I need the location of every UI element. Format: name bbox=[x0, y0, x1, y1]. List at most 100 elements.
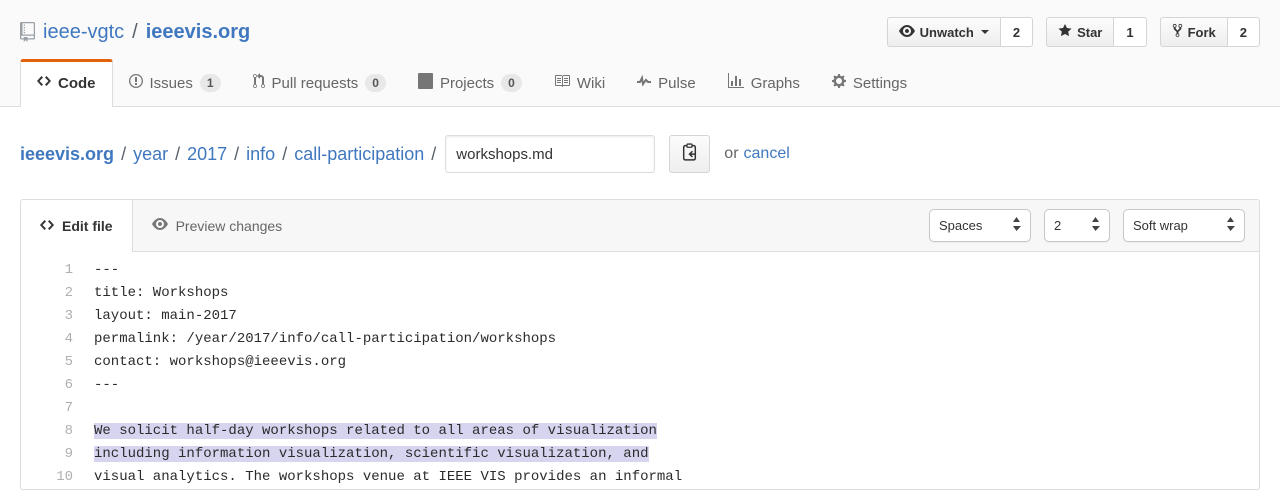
line-number: 5 bbox=[21, 351, 73, 374]
code-line-selected: 8 We solicit half-day workshops related … bbox=[21, 420, 1259, 443]
code-line: 7 bbox=[21, 397, 1259, 420]
fork-button[interactable]: Fork bbox=[1160, 17, 1228, 47]
up-down-arrows-icon bbox=[1212, 217, 1235, 234]
code-line: 2 title: Workshops bbox=[21, 282, 1259, 305]
tab-issues[interactable]: Issues 1 bbox=[113, 60, 237, 106]
star-label: Star bbox=[1077, 25, 1102, 40]
tab-pulse[interactable]: Pulse bbox=[621, 60, 712, 106]
code-icon bbox=[40, 217, 54, 236]
tab-issues-label: Issues bbox=[150, 75, 193, 92]
issue-opened-icon bbox=[129, 73, 143, 93]
line-number: 3 bbox=[21, 305, 73, 328]
line-text-selected: including information visualization, sci… bbox=[94, 446, 649, 462]
gear-icon bbox=[832, 73, 846, 93]
repo-owner-link[interactable]: ieee-vgtc bbox=[43, 21, 124, 44]
breadcrumb-segment-info[interactable]: info bbox=[246, 144, 275, 165]
breadcrumb-separator: / bbox=[234, 144, 239, 165]
tab-edit-file-label: Edit file bbox=[62, 218, 113, 234]
indent-mode-select[interactable]: Spaces bbox=[929, 209, 1031, 242]
star-button[interactable]: Star bbox=[1046, 17, 1114, 47]
line-number: 1 bbox=[21, 259, 73, 282]
graph-icon bbox=[728, 73, 744, 93]
tab-pull-requests-label: Pull requests bbox=[272, 75, 359, 92]
star-icon bbox=[1058, 23, 1072, 41]
tab-pulse-label: Pulse bbox=[658, 75, 696, 92]
tab-preview-changes-label: Preview changes bbox=[176, 218, 283, 234]
watchers-count[interactable]: 2 bbox=[1001, 17, 1033, 47]
clipboard-arrow-icon bbox=[681, 143, 698, 165]
eye-icon bbox=[899, 23, 915, 42]
indent-size-value: 2 bbox=[1054, 218, 1061, 233]
tab-settings[interactable]: Settings bbox=[816, 60, 923, 106]
code-icon bbox=[37, 73, 51, 93]
wrap-mode-value: Soft wrap bbox=[1133, 218, 1188, 233]
projects-counter: 0 bbox=[501, 74, 522, 92]
indent-size-select[interactable]: 2 bbox=[1044, 209, 1110, 242]
tab-projects-label: Projects bbox=[440, 75, 494, 92]
pulse-icon bbox=[637, 73, 651, 93]
breadcrumb-separator: / bbox=[121, 144, 126, 165]
filename-input[interactable] bbox=[445, 135, 655, 173]
line-number: 10 bbox=[21, 466, 73, 489]
breadcrumb-separator: / bbox=[282, 144, 287, 165]
tab-code[interactable]: Code bbox=[20, 59, 113, 107]
breadcrumb-segment-year[interactable]: year bbox=[133, 144, 168, 165]
file-editor-box: Edit file Preview changes Spaces 2 Soft … bbox=[20, 199, 1260, 490]
book-icon bbox=[554, 73, 570, 93]
copy-path-button[interactable] bbox=[669, 135, 710, 173]
tab-wiki-label: Wiki bbox=[577, 75, 605, 92]
stargazers-count[interactable]: 1 bbox=[1114, 17, 1146, 47]
tab-pull-requests[interactable]: Pull requests 0 bbox=[237, 60, 402, 106]
tab-preview-changes[interactable]: Preview changes bbox=[133, 200, 302, 251]
code-line: 5 contact: workshops@ieeevis.org bbox=[21, 351, 1259, 374]
line-text: layout: main-2017 bbox=[73, 305, 237, 328]
code-line: 10 visual analytics. The workshops venue… bbox=[21, 466, 1259, 489]
breadcrumb-repo-link[interactable]: ieeevis.org bbox=[20, 144, 114, 165]
star-button-group: Star 1 bbox=[1046, 17, 1147, 47]
forks-count[interactable]: 2 bbox=[1228, 17, 1260, 47]
line-text: --- bbox=[73, 374, 119, 397]
tab-projects[interactable]: Projects 0 bbox=[402, 60, 538, 106]
eye-icon bbox=[152, 216, 168, 235]
repo-pagehead: ieee-vgtc / ieeevis.org Unwatch 2 Star 1 bbox=[0, 0, 1280, 107]
breadcrumb: ieeevis.org / year / 2017 / info / call-… bbox=[0, 107, 1280, 173]
code-line: 6 --- bbox=[21, 374, 1259, 397]
wrap-mode-select[interactable]: Soft wrap bbox=[1123, 209, 1245, 242]
breadcrumb-segment-2017[interactable]: 2017 bbox=[187, 144, 227, 165]
code-editor[interactable]: 1 --- 2 title: Workshops 3 layout: main-… bbox=[21, 252, 1259, 489]
breadcrumb-segment-call-participation[interactable]: call-participation bbox=[294, 144, 424, 165]
tab-edit-file[interactable]: Edit file bbox=[21, 200, 133, 252]
repo-title: ieee-vgtc / ieeevis.org bbox=[20, 21, 250, 44]
tab-settings-label: Settings bbox=[853, 75, 907, 92]
breadcrumb-separator: / bbox=[175, 144, 180, 165]
caret-down-icon bbox=[981, 30, 989, 38]
up-down-arrows-icon bbox=[1077, 217, 1100, 234]
line-text: title: Workshops bbox=[73, 282, 228, 305]
repo-name-link[interactable]: ieeevis.org bbox=[146, 21, 251, 44]
up-down-arrows-icon bbox=[998, 217, 1021, 234]
line-text: visual analytics. The workshops venue at… bbox=[73, 466, 682, 489]
repo-title-row: ieee-vgtc / ieeevis.org Unwatch 2 Star 1 bbox=[0, 0, 1280, 59]
indent-mode-value: Spaces bbox=[939, 218, 982, 233]
tab-graphs[interactable]: Graphs bbox=[712, 60, 816, 106]
fork-button-group: Fork 2 bbox=[1160, 17, 1260, 47]
line-number: 6 bbox=[21, 374, 73, 397]
code-line: 4 permalink: /year/2017/info/call-partic… bbox=[21, 328, 1259, 351]
line-text-selected: We solicit half-day workshops related to… bbox=[94, 423, 657, 439]
code-line: 3 layout: main-2017 bbox=[21, 305, 1259, 328]
line-text: --- bbox=[73, 259, 119, 282]
repo-nav: Code Issues 1 Pull requests 0 Projects 0… bbox=[0, 59, 1280, 106]
tab-graphs-label: Graphs bbox=[751, 75, 800, 92]
fork-icon bbox=[1172, 23, 1183, 41]
tab-wiki[interactable]: Wiki bbox=[538, 60, 621, 106]
editor-controls: Spaces 2 Soft wrap bbox=[929, 200, 1259, 251]
code-line-selected: 9 including information visualization, s… bbox=[21, 443, 1259, 466]
unwatch-label: Unwatch bbox=[920, 25, 974, 40]
project-icon bbox=[418, 73, 433, 93]
unwatch-button[interactable]: Unwatch bbox=[887, 17, 1001, 47]
cancel-link[interactable]: cancel bbox=[744, 145, 790, 163]
fork-label: Fork bbox=[1188, 25, 1216, 40]
repo-title-separator: / bbox=[132, 21, 138, 44]
line-number: 9 bbox=[21, 443, 73, 466]
or-text: or bbox=[724, 145, 738, 163]
